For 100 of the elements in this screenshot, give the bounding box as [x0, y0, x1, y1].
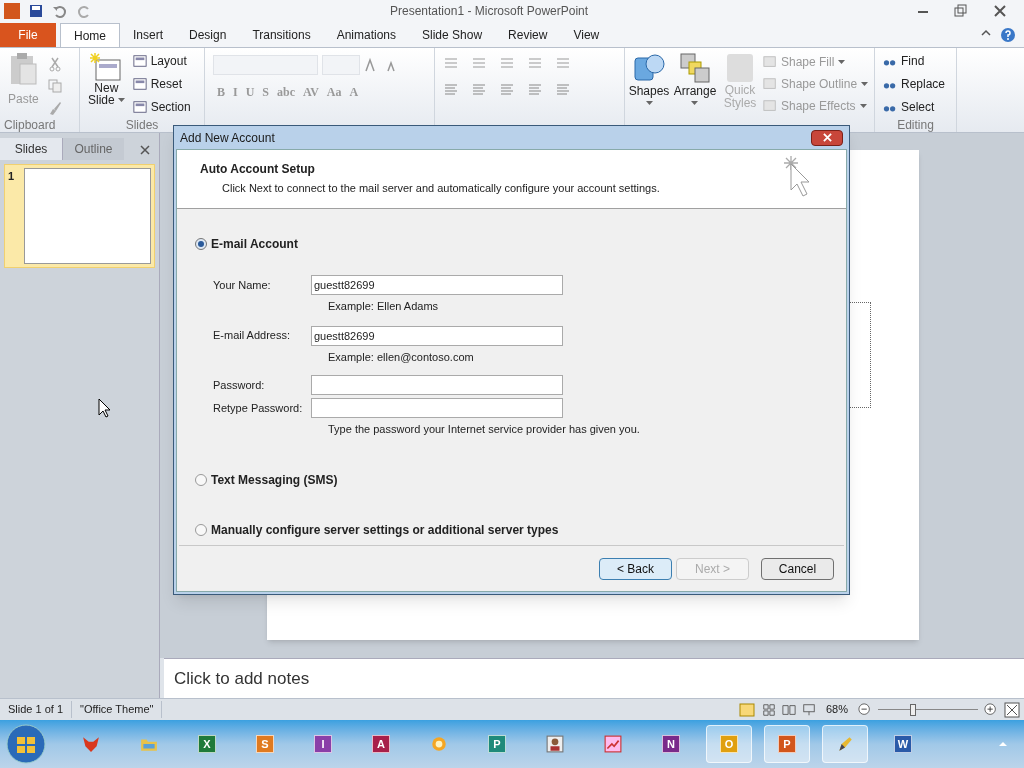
field-label: E-mail Address: [213, 328, 292, 344]
notes-area[interactable]: Click to add notes [164, 658, 1024, 698]
close-icon [822, 133, 832, 142]
ribbon-tab[interactable]: Transitions [239, 23, 324, 47]
file-tab[interactable]: File [0, 23, 56, 47]
new-slide-icon [90, 52, 123, 82]
align-icon [471, 82, 487, 98]
taskbar-button[interactable]: P [474, 725, 520, 763]
account-type-radio[interactable]: Manually configure server settings or additional server types [195, 520, 846, 539]
align-icon [527, 82, 543, 98]
help-icon [1000, 27, 1016, 43]
layout-icon [132, 54, 147, 68]
ribbon-tab[interactable]: Animations [323, 23, 409, 47]
app-icon: X [198, 735, 216, 753]
taskbar-button[interactable]: X [184, 725, 230, 763]
caret-icon [861, 82, 869, 86]
mouse-pointer-icon [98, 398, 112, 418]
dialog-title: Add New Account [180, 129, 275, 147]
fit-icon [1004, 701, 1020, 718]
layout-icon [132, 77, 147, 91]
restore-icon [952, 3, 968, 19]
close-icon [139, 144, 151, 156]
font-size-dropdown[interactable] [322, 55, 360, 75]
editing-command[interactable]: Find [883, 52, 948, 70]
account-type-radio[interactable]: Text Messaging (SMS) [195, 470, 846, 489]
arrange-button[interactable]: Arrange [673, 84, 717, 105]
chart-icon [604, 735, 622, 753]
dialog-button[interactable]: Cancel [761, 557, 834, 580]
app-icon: S [256, 735, 274, 753]
minimize-icon [918, 11, 928, 13]
start-orb-icon [4, 722, 48, 766]
ribbon-tab[interactable]: Slide Show [409, 23, 496, 47]
app-icon: P [488, 735, 506, 753]
field-label: Your Name: [213, 277, 272, 293]
align-icon [443, 82, 459, 98]
text-field[interactable] [311, 375, 563, 395]
group-label: Slides [124, 117, 160, 134]
zoom-in-icon [984, 702, 998, 717]
zoom-slider[interactable] [878, 703, 978, 716]
close-icon [992, 3, 1008, 19]
shapes-button[interactable]: Shapes [628, 84, 670, 105]
theme-name: "Office Theme" [72, 701, 163, 718]
ribbon-tab[interactable]: Design [176, 23, 240, 47]
close-button[interactable] [811, 129, 843, 146]
text-field[interactable]: guestt82699 [311, 275, 563, 295]
app-icon: W [894, 735, 912, 753]
app-icon: N [662, 735, 680, 753]
field-hint: Example: ellen@contoso.com [327, 349, 475, 365]
taskbar-button[interactable]: P [764, 725, 810, 763]
arrange-icon [679, 52, 711, 84]
zoom-level[interactable]: 68% [821, 701, 852, 718]
caret-icon [859, 104, 867, 108]
sun-icon [430, 735, 448, 753]
caret-icon [691, 101, 699, 105]
taskbar-button[interactable]: A [358, 725, 404, 763]
dialog-button[interactable]: < Back [599, 557, 672, 580]
caret-icon [117, 98, 125, 102]
undo-icon [52, 3, 68, 19]
dialog-subheading: Click Next to connect to the mail server and automatically configure your account settings. [221, 181, 660, 196]
projector-icon [801, 702, 816, 717]
window-title: Presentation1 - Microsoft PowerPoint [390, 3, 589, 20]
shape-format-icon [763, 55, 777, 69]
zoom-out-icon [858, 702, 872, 717]
shape-format-icon [763, 77, 777, 91]
editing-command[interactable]: Replace [883, 75, 948, 93]
grid-view-icon [761, 702, 776, 717]
caret-icon [645, 101, 653, 105]
quick-styles-icon [725, 52, 755, 84]
taskbar-button[interactable]: W [880, 725, 926, 763]
scissors-icon [46, 56, 63, 72]
ribbon-command[interactable]: Layout [132, 52, 191, 70]
slide-thumbnail-row[interactable]: 1 [4, 164, 155, 268]
pane-tab[interactable]: Outline [62, 138, 124, 160]
notes-placeholder: Click to add notes [174, 667, 310, 690]
taskbar-button[interactable]: N [648, 725, 694, 763]
book-icon [781, 702, 796, 717]
ribbon-tab[interactable]: Home [60, 23, 120, 47]
tray-arrow-icon [998, 739, 1008, 749]
slide-number: 1 [8, 169, 16, 184]
group-label: Editing [896, 117, 935, 134]
ribbon-command[interactable]: Reset [132, 75, 191, 93]
ribbon-tab[interactable]: Insert [120, 23, 177, 47]
text-field[interactable]: guestt82699 [311, 325, 563, 346]
redo-icon [76, 3, 92, 19]
slide-count: Slide 1 of 1 [0, 701, 73, 718]
text-field[interactable] [311, 398, 563, 418]
account-type-radio[interactable]: E-mail Account [195, 235, 846, 253]
fox-icon [82, 735, 100, 753]
editing-command[interactable]: Select [883, 98, 948, 116]
zoom-thumb[interactable] [910, 703, 916, 716]
taskbar-button[interactable]: I [300, 725, 346, 763]
ribbon-tab[interactable]: Review [495, 23, 561, 47]
ribbon-command[interactable]: Section [132, 98, 191, 116]
align-icon [555, 82, 571, 98]
font-name-dropdown[interactable] [213, 55, 318, 75]
copy-icon [46, 78, 63, 94]
new-slide-button[interactable]: New Slide [88, 82, 125, 106]
pane-tab[interactable]: Slides [0, 138, 62, 160]
pencil-icon [836, 735, 854, 753]
ribbon-tab[interactable]: View [560, 23, 613, 47]
